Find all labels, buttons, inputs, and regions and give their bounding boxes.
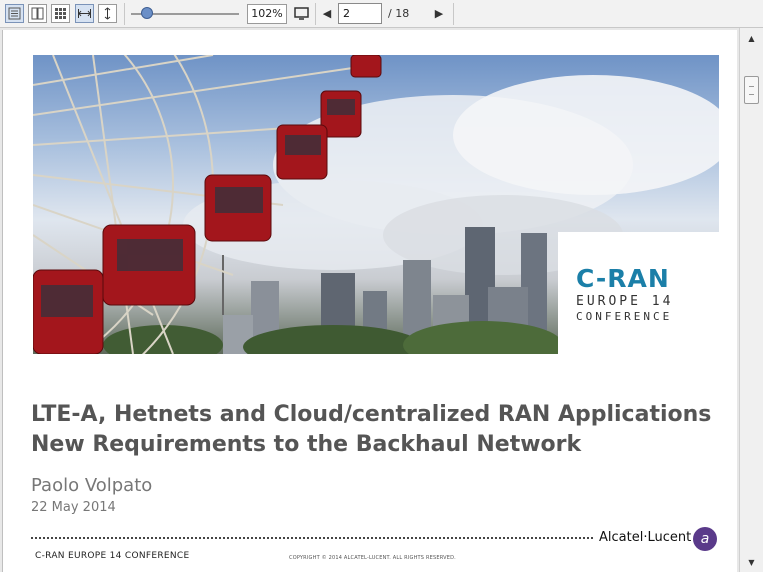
presentation-date: 22 May 2014 xyxy=(31,500,116,515)
prev-page-icon: ◀ xyxy=(322,7,332,20)
slide-page: C-RAN EUROPE 14 CONFERENCE LTE-A, Hetnet… xyxy=(2,30,737,572)
fit-width-button[interactable] xyxy=(75,4,94,23)
footer-conference-label: C-RAN EUROPE 14 CONFERENCE xyxy=(35,551,190,561)
c-ran-conference-logo: C-RAN EUROPE 14 CONFERENCE xyxy=(558,232,719,354)
page-total-label: / 18 xyxy=(388,7,410,20)
footer-copyright: COPYRIGHT © 2014 ALCATEL-LUCENT. ALL RIG… xyxy=(289,555,456,561)
previous-page-button[interactable]: ◀ xyxy=(320,5,334,22)
viewer-toolbar: 102% ◀ / 18 ▶ xyxy=(0,0,763,28)
ferris-wheel-city-photo: C-RAN EUROPE 14 CONFERENCE xyxy=(33,55,719,354)
footer-dotted-divider xyxy=(31,537,593,539)
thumbnail-view-button[interactable] xyxy=(51,4,70,23)
document-viewer: C-RAN EUROPE 14 CONFERENCE LTE-A, Hetnet… xyxy=(0,28,763,572)
toolbar-separator xyxy=(315,3,316,25)
next-page-icon: ▶ xyxy=(434,7,444,20)
logo-subtitle: EUROPE 14 xyxy=(576,293,674,309)
fit-width-icon xyxy=(78,9,91,18)
two-page-icon xyxy=(31,7,44,20)
single-page-icon xyxy=(8,7,21,20)
scrollbar-thumb[interactable] xyxy=(744,76,759,104)
fullscreen-icon xyxy=(294,7,309,20)
author-name: Paolo Volpato xyxy=(31,475,153,496)
fit-height-icon xyxy=(104,7,111,20)
toolbar-separator xyxy=(453,3,454,25)
logo-title: C-RAN xyxy=(576,263,670,293)
next-page-button[interactable]: ▶ xyxy=(432,5,446,22)
two-page-view-button[interactable] xyxy=(28,4,47,23)
fullscreen-button[interactable] xyxy=(292,4,311,23)
alcatel-lucent-logo-icon: a xyxy=(693,527,717,551)
single-page-view-button[interactable] xyxy=(5,4,24,23)
logo-tagline: CONFERENCE xyxy=(576,309,673,323)
scroll-down-icon[interactable]: ▼ xyxy=(744,555,759,570)
slide-title-line-2: New Requirements to the Backhaul Network xyxy=(31,432,582,457)
zoom-slider-thumb[interactable] xyxy=(141,7,153,19)
fit-height-button[interactable] xyxy=(98,4,117,23)
page-number-input[interactable] xyxy=(338,3,382,24)
zoom-level-display[interactable]: 102% xyxy=(247,4,287,24)
scroll-up-icon[interactable]: ▲ xyxy=(744,31,759,46)
vertical-scrollbar[interactable]: ▲ ▼ xyxy=(739,28,763,572)
toolbar-separator xyxy=(124,3,125,25)
slide-title: LTE-A, Hetnets and Cloud/centralized RAN… xyxy=(31,400,711,460)
thumbnail-grid-icon xyxy=(55,8,66,19)
slide-title-line-1: LTE-A, Hetnets and Cloud/centralized RAN… xyxy=(31,402,712,427)
alcatel-lucent-wordmark: Alcatel·Lucent xyxy=(599,530,692,545)
